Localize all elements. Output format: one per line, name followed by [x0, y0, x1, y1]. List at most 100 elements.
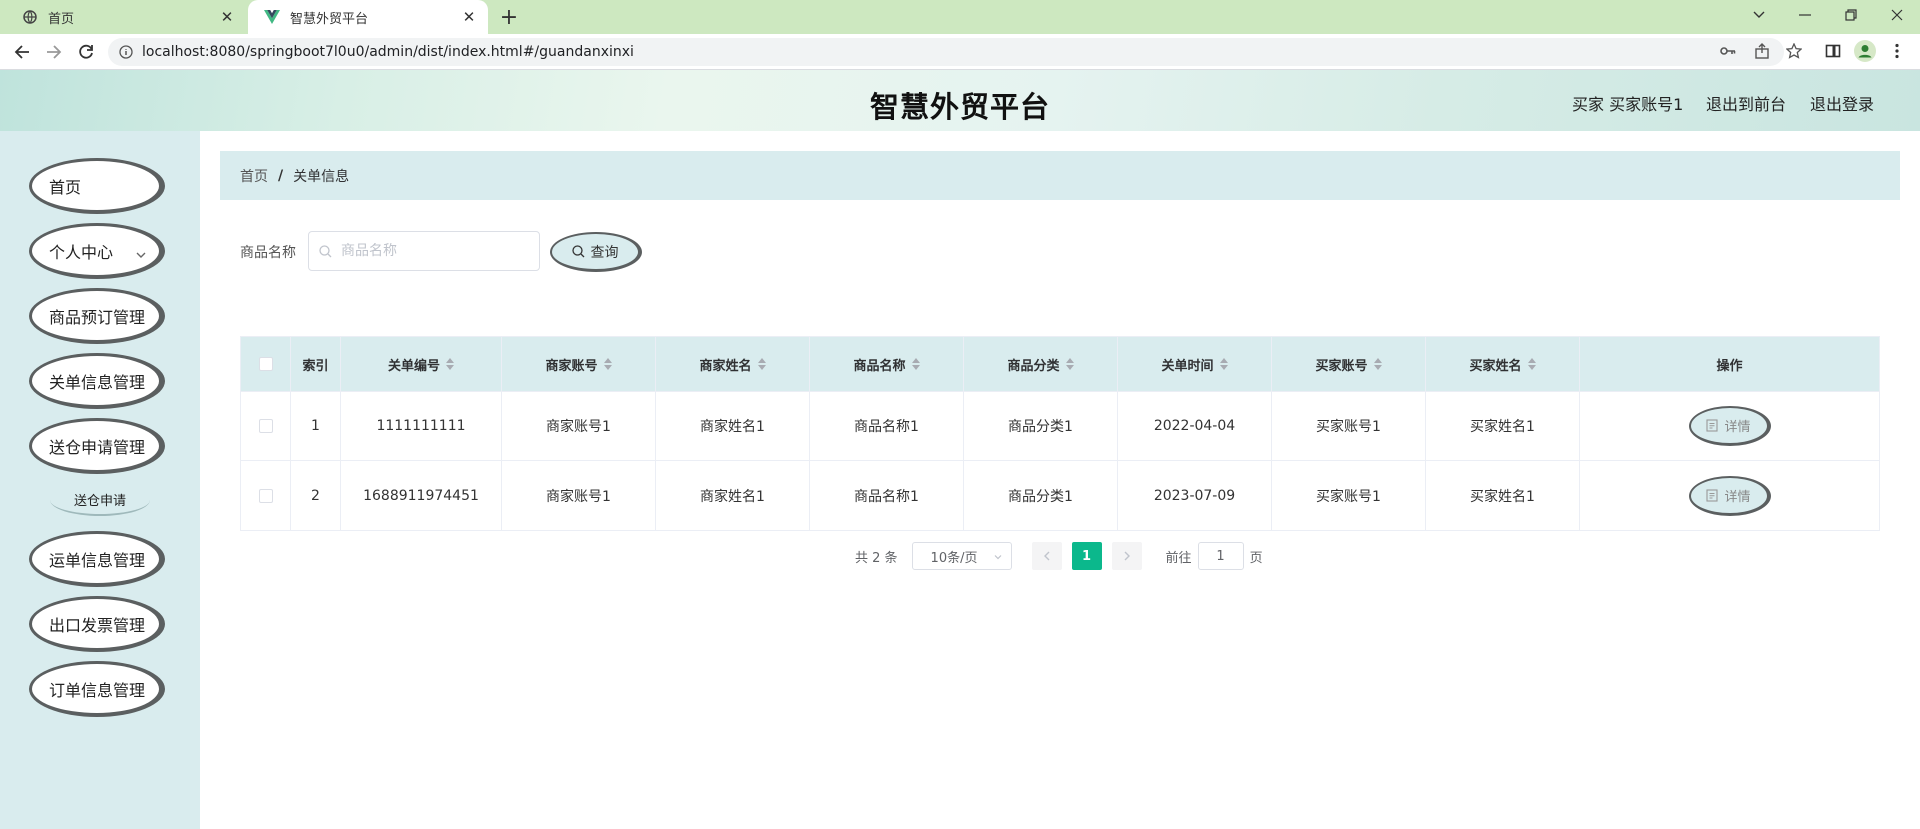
search-input[interactable] — [341, 243, 531, 259]
query-button-label: 查询 — [590, 244, 619, 261]
row-checkbox[interactable] — [258, 419, 273, 433]
query-button[interactable]: 查询 — [550, 232, 642, 272]
column-header-actions: 操作 — [1580, 337, 1879, 391]
sidebar-item-warehouse-request[interactable]: 送仓申请管理 — [29, 418, 165, 474]
detail-button[interactable]: 详情 — [1688, 475, 1771, 516]
pagination: 共 2 条 10条/页 1 前往 页 — [855, 541, 1263, 571]
cell-actions: 详情 — [1580, 392, 1879, 460]
sort-icon[interactable] — [911, 358, 920, 370]
forward-arrow-icon[interactable] — [42, 40, 66, 64]
table-header-row: 索引 关单编号 商家账号 商家姓名 商品名称 商品分类 关单时间 买家账号 买家… — [241, 337, 1879, 392]
sort-icon[interactable] — [446, 358, 454, 370]
sort-icon[interactable] — [757, 358, 766, 370]
info-icon[interactable] — [118, 44, 134, 60]
column-header-label: 商家账号 — [545, 358, 598, 374]
prev-page-button[interactable] — [1031, 542, 1062, 570]
sort-icon[interactable] — [1527, 358, 1536, 370]
breadcrumb-home[interactable]: 首页 — [240, 166, 268, 186]
key-icon[interactable] — [1716, 39, 1740, 63]
sidebar-subitem-warehouse-request[interactable]: 送仓申请 — [50, 484, 150, 516]
back-arrow-icon[interactable] — [10, 40, 34, 64]
column-header-product-category[interactable]: 商品分类 — [964, 337, 1118, 391]
sidebar-item-label: 商品预订管理 — [49, 307, 146, 327]
page-number-current[interactable]: 1 — [1071, 542, 1102, 570]
sidebar-item-customs-info[interactable]: 关单信息管理 — [29, 353, 165, 409]
address-bar[interactable]: localhost:8080/springboot7l0u0/admin/dis… — [108, 38, 1784, 66]
cell-product-category: 商品分类1 — [964, 461, 1118, 530]
column-header-customs-time[interactable]: 关单时间 — [1118, 337, 1272, 391]
window-close-icon[interactable] — [1874, 0, 1920, 30]
cell-merchant-account: 商家账号1 — [502, 392, 656, 460]
sidebar-item-label: 送仓申请管理 — [49, 437, 146, 457]
column-header-label: 操作 — [1716, 358, 1743, 374]
column-header-merchant-name[interactable]: 商家姓名 — [656, 337, 810, 391]
vue-logo-icon — [264, 9, 280, 25]
column-header-product-name[interactable]: 商品名称 — [810, 337, 964, 391]
goto-page-input[interactable] — [1197, 542, 1244, 570]
cell-product-name: 商品名称1 — [810, 461, 964, 530]
chevron-right-icon — [1124, 551, 1130, 561]
breadcrumb-separator: / — [278, 167, 284, 184]
column-header-label: 商品分类 — [1007, 358, 1060, 374]
sidebar-item-product-booking[interactable]: 商品预订管理 — [29, 288, 165, 344]
sort-icon[interactable] — [1219, 358, 1228, 370]
bookmark-star-icon[interactable] — [1782, 39, 1806, 63]
search-label: 商品名称 — [240, 245, 296, 261]
profile-avatar-icon[interactable] — [1853, 39, 1877, 63]
reload-icon[interactable] — [74, 40, 98, 64]
row-select-cell — [241, 392, 291, 460]
close-icon[interactable]: ✕ — [458, 6, 480, 28]
detail-button-label: 详情 — [1724, 489, 1751, 505]
column-header-label: 商家姓名 — [699, 358, 752, 374]
sidebar-item-export-invoice[interactable]: 出口发票管理 — [29, 596, 165, 652]
row-checkbox[interactable] — [258, 488, 273, 503]
sort-icon[interactable] — [1373, 358, 1382, 370]
sidebar-item-label: 个人中心 — [49, 242, 114, 262]
logout-link[interactable]: 退出登录 — [1810, 91, 1874, 115]
column-header-buyer-account[interactable]: 买家账号 — [1272, 337, 1426, 391]
detail-button[interactable]: 详情 — [1688, 406, 1771, 446]
breadcrumb-current: 关单信息 — [293, 168, 350, 185]
browser-tab-home[interactable]: 首页 ✕ — [6, 0, 246, 34]
column-header-buyer-name[interactable]: 买家姓名 — [1426, 337, 1580, 391]
restore-icon[interactable] — [1828, 0, 1874, 30]
next-page-button[interactable] — [1111, 542, 1142, 570]
cell-merchant-name: 商家姓名1 — [656, 461, 810, 530]
page-size-value: 10条/页 — [930, 550, 978, 566]
sort-icon[interactable] — [1065, 358, 1074, 370]
chevron-left-icon — [1043, 551, 1050, 561]
browser-tab-title: 首页 — [48, 11, 75, 27]
minimize-icon[interactable] — [1782, 0, 1828, 30]
column-header-customs-no[interactable]: 关单编号 — [341, 337, 502, 391]
cell-buyer-account: 买家账号1 — [1272, 461, 1426, 530]
select-all-checkbox[interactable] — [258, 357, 273, 371]
cell-merchant-account: 商家账号1 — [502, 461, 656, 530]
sidebar-item-order-info[interactable]: 订单信息管理 — [29, 661, 165, 717]
search-icon — [571, 244, 586, 259]
sidebar-item-label: 运单信息管理 — [49, 550, 146, 570]
sidebar-item-waybill-info[interactable]: 运单信息管理 — [29, 531, 165, 587]
column-header-merchant-account[interactable]: 商家账号 — [502, 337, 656, 391]
cell-customs-no: 1111111111 — [341, 392, 502, 460]
share-icon[interactable] — [1750, 39, 1774, 63]
cell-buyer-name: 买家姓名1 — [1426, 461, 1580, 530]
cell-merchant-name: 商家姓名1 — [656, 392, 810, 460]
column-header-label: 索引 — [302, 358, 329, 374]
page-size-select[interactable]: 10条/页 — [911, 542, 1012, 570]
sidebar-item-home[interactable]: 首页 — [29, 158, 165, 214]
chevron-down-icon[interactable] — [1736, 0, 1782, 30]
document-icon — [1706, 419, 1719, 432]
exit-to-front-link[interactable]: 退出到前台 — [1706, 91, 1786, 115]
new-tab-button[interactable]: + — [496, 5, 522, 30]
column-header-label: 买家姓名 — [1469, 358, 1522, 374]
search-field[interactable] — [308, 231, 540, 271]
sidebar-item-personal-center[interactable]: 个人中心 — [29, 223, 165, 279]
detail-button-label: 详情 — [1724, 420, 1751, 435]
close-icon[interactable]: ✕ — [216, 6, 238, 28]
sidebar-item-label: 关单信息管理 — [49, 372, 146, 392]
sidebar-panel-icon[interactable] — [1821, 39, 1845, 63]
browser-tab-platform[interactable]: 智慧外贸平台 ✕ — [248, 0, 488, 34]
more-menu-icon[interactable] — [1885, 39, 1909, 63]
sort-icon[interactable] — [603, 358, 612, 370]
browser-tab-strip: 首页 ✕ 智慧外贸平台 ✕ + — [0, 0, 1920, 34]
